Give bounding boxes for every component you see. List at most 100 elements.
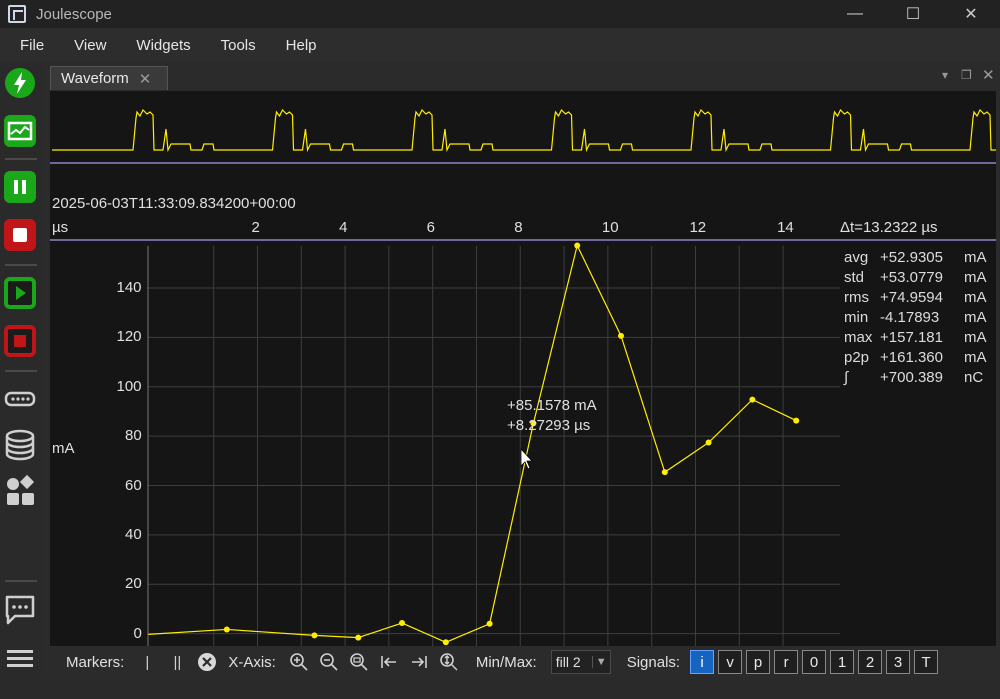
- stop-button[interactable]: [3, 218, 37, 252]
- overview-trace: [52, 108, 996, 153]
- signal-gpi2-toggle[interactable]: 2: [858, 650, 883, 674]
- record-play-button[interactable]: [3, 276, 37, 310]
- menu-file[interactable]: File: [8, 37, 56, 54]
- zoom-in-icon: [290, 653, 308, 671]
- y-tick-label: 0: [133, 624, 142, 642]
- close-tab-icon[interactable]: ✕: [139, 70, 152, 88]
- sample-point: [486, 620, 493, 627]
- sample-point: [749, 396, 756, 403]
- dock-tab-bar: Waveform ✕ ▾ ❐ ✕: [50, 66, 1000, 90]
- trace-line: [147, 243, 797, 643]
- delta-t-label: Δt=13.2322 µs: [840, 219, 938, 236]
- menu-tools[interactable]: Tools: [209, 37, 268, 54]
- menu-help[interactable]: Help: [274, 37, 329, 54]
- record-stop-button[interactable]: [3, 324, 37, 358]
- waveform-view-button[interactable]: [3, 114, 37, 148]
- current-trace[interactable]: [147, 242, 800, 646]
- y-zoom-button[interactable]: [437, 650, 461, 674]
- cursor-value-readout: +85.1578 mA: [507, 397, 597, 414]
- dock-restore-icon[interactable]: ❐: [961, 68, 972, 82]
- pause-button[interactable]: [3, 170, 37, 204]
- y-tick-label: 60: [125, 476, 142, 494]
- chat-button[interactable]: [3, 592, 37, 626]
- sample-point: [223, 626, 230, 633]
- y-tick-label: 100: [116, 377, 142, 395]
- minmax-label: Min/Max:: [475, 653, 537, 671]
- signal-gpi3-toggle[interactable]: 3: [886, 650, 911, 674]
- signals-label: Signals:: [626, 653, 681, 671]
- bottom-toolbar: Markers: | || X-Axis: Min/Max: fill 2 ▼ …: [50, 646, 996, 678]
- device-power-button[interactable]: [3, 66, 37, 100]
- pan-left-icon: [381, 656, 396, 668]
- tab-waveform[interactable]: Waveform ✕: [50, 66, 168, 90]
- database-icon: [5, 429, 35, 461]
- fill-select-value: fill 2: [555, 654, 581, 670]
- sidebar-separator: [5, 158, 37, 160]
- sample-point: [355, 634, 362, 641]
- mouse-cursor-icon: [520, 447, 533, 470]
- signal-range-toggle[interactable]: r: [774, 650, 799, 674]
- plot-grid: [148, 246, 840, 646]
- pan-right-button[interactable]: [407, 650, 431, 674]
- maximize-button[interactable]: ☐: [884, 0, 942, 28]
- widgets-icon: [7, 474, 35, 505]
- sample-point: [793, 417, 800, 424]
- x-tick-label: 14: [777, 219, 794, 236]
- x-tick-label: 10: [601, 219, 619, 236]
- x-tick-label: 8: [514, 219, 523, 236]
- single-marker-button[interactable]: |: [135, 650, 159, 674]
- window-controls: — ☐ ✕: [826, 0, 1000, 28]
- pause-icon: [4, 171, 36, 203]
- widgets-button[interactable]: [3, 474, 37, 508]
- minimize-button[interactable]: —: [826, 0, 884, 28]
- waveform-plot-area[interactable]: 2025-06-03T11:33:09.834200+00:00 µs Δt=1…: [50, 91, 996, 646]
- sample-point: [574, 242, 581, 249]
- stat-row: p2p +161.360 mA: [844, 349, 987, 366]
- signal-power-toggle[interactable]: p: [746, 650, 771, 674]
- y-tick-label: 20: [125, 575, 142, 593]
- stop-record-icon: [4, 325, 36, 357]
- sample-point: [661, 469, 668, 476]
- cursor-time-readout: +8.27293 µs: [507, 417, 591, 434]
- hamburger-menu-icon: [7, 650, 33, 667]
- signal-gpi1-toggle[interactable]: 1: [830, 650, 855, 674]
- zoom-out-button[interactable]: [317, 650, 341, 674]
- sample-point: [618, 332, 625, 339]
- zoom-out-icon: [320, 653, 338, 671]
- signal-gpi0-toggle[interactable]: 0: [802, 650, 827, 674]
- memory-button[interactable]: [3, 382, 37, 416]
- menu-view[interactable]: View: [62, 37, 118, 54]
- signal-current-toggle[interactable]: i: [690, 650, 715, 674]
- y-zoom-icon: [440, 653, 458, 671]
- signal-voltage-toggle[interactable]: v: [718, 650, 743, 674]
- database-button[interactable]: [3, 428, 37, 462]
- minmax-fill-select[interactable]: fill 2 ▼: [550, 650, 611, 674]
- sample-point: [399, 620, 406, 627]
- x-tick-label: 4: [339, 219, 348, 236]
- chat-icon: [5, 595, 35, 625]
- sample-point: [705, 439, 712, 446]
- sample-point: [442, 639, 449, 646]
- sidebar-separator: [5, 580, 37, 582]
- overview-strip[interactable]: [52, 108, 996, 153]
- y-unit-label: mA: [52, 440, 75, 457]
- device-power-icon: [5, 68, 35, 98]
- zoom-all-button[interactable]: [347, 650, 371, 674]
- menu-widgets[interactable]: Widgets: [124, 37, 202, 54]
- clear-markers-button[interactable]: [195, 650, 219, 674]
- x-unit-label: µs: [52, 219, 69, 236]
- dock-menu-icon[interactable]: ▾: [942, 68, 948, 82]
- sidebar-separator: [5, 264, 37, 266]
- pan-left-button[interactable]: [377, 650, 401, 674]
- markers-label: Markers:: [66, 653, 125, 671]
- stat-row: max +157.181 mA: [844, 329, 987, 346]
- dual-marker-button[interactable]: ||: [165, 650, 189, 674]
- sidebar: [0, 62, 42, 699]
- close-window-button[interactable]: ✕: [942, 0, 1000, 28]
- signal-trigger-toggle[interactable]: T: [914, 650, 939, 674]
- main-menu-button[interactable]: [3, 642, 37, 676]
- clear-markers-icon: [198, 653, 217, 671]
- dock-close-icon[interactable]: ✕: [982, 66, 995, 84]
- chevron-down-icon: ▼: [591, 656, 610, 668]
- zoom-in-button[interactable]: [287, 650, 311, 674]
